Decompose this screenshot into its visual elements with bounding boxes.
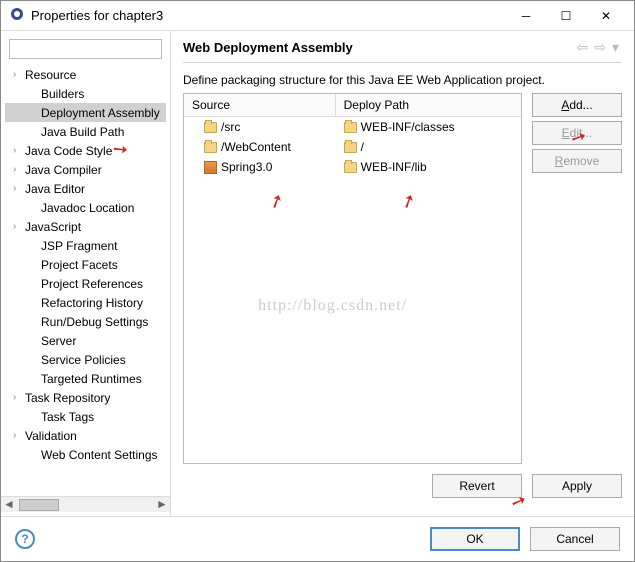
- sidebar-item-label: JavaScript: [25, 220, 81, 234]
- menu-chevron-icon[interactable]: ▾: [612, 39, 619, 56]
- sidebar-item-label: Javadoc Location: [41, 201, 134, 215]
- sidebar-item-server[interactable]: Server: [5, 331, 166, 350]
- sidebar-item-builders[interactable]: Builders: [5, 84, 166, 103]
- watermark: http://blog.csdn.net/: [258, 297, 407, 315]
- ok-button[interactable]: OK: [430, 527, 520, 551]
- table-header: Source Deploy Path: [184, 94, 521, 117]
- assembly-table[interactable]: Source Deploy Path /srcWEB-INF/classes/W…: [183, 93, 522, 464]
- properties-dialog: Properties for chapter3 ─ ☐ ✕ ›ResourceB…: [0, 0, 635, 562]
- add-label: dd...: [569, 98, 592, 112]
- folder-icon: [344, 162, 357, 173]
- category-sidebar: ›ResourceBuildersDeployment AssemblyJava…: [1, 31, 171, 516]
- sidebar-item-web-content-settings[interactable]: Web Content Settings: [5, 445, 166, 464]
- deploy-cell: WEB-INF/classes: [361, 120, 455, 134]
- sidebar-item-label: Project Facets: [41, 258, 118, 272]
- deploy-cell: WEB-INF/lib: [361, 160, 427, 174]
- sidebar-item-deployment-assembly[interactable]: Deployment Assembly: [5, 103, 166, 122]
- close-button[interactable]: ✕: [586, 2, 626, 30]
- sidebar-item-label: Task Repository: [25, 391, 110, 405]
- expand-icon: ›: [13, 183, 25, 194]
- sidebar-item-label: Project References: [41, 277, 143, 291]
- page-description: Define packaging structure for this Java…: [183, 73, 622, 87]
- table-row[interactable]: Spring3.0 WEB-INF/lib: [184, 157, 521, 177]
- deploy-cell: /: [361, 140, 364, 154]
- sidebar-item-javadoc-location[interactable]: Javadoc Location: [5, 198, 166, 217]
- sidebar-item-javascript[interactable]: ›JavaScript: [5, 217, 166, 236]
- sidebar-item-project-facets[interactable]: Project Facets: [5, 255, 166, 274]
- maximize-button[interactable]: ☐: [546, 2, 586, 30]
- sidebar-item-jsp-fragment[interactable]: JSP Fragment: [5, 236, 166, 255]
- source-cell: /src: [221, 120, 240, 134]
- sidebar-item-task-repository[interactable]: ›Task Repository: [5, 388, 166, 407]
- sidebar-item-label: Service Policies: [41, 353, 126, 367]
- app-icon: [9, 6, 25, 25]
- expand-icon: ›: [13, 430, 25, 441]
- expand-icon: ›: [13, 145, 25, 156]
- sidebar-item-label: Targeted Runtimes: [41, 372, 142, 386]
- folder-icon: [344, 122, 357, 133]
- sidebar-item-label: Java Compiler: [25, 163, 102, 177]
- sidebar-item-label: Java Editor: [25, 182, 85, 196]
- forward-icon[interactable]: ⇨: [594, 39, 606, 56]
- page-title: Web Deployment Assembly: [183, 40, 574, 55]
- folder-icon: [204, 122, 217, 133]
- apply-button[interactable]: Apply: [532, 474, 622, 498]
- sidebar-item-label: Web Content Settings: [41, 448, 158, 462]
- cancel-button[interactable]: Cancel: [530, 527, 620, 551]
- sidebar-item-label: Resource: [25, 68, 76, 82]
- remove-button[interactable]: Remove: [532, 149, 622, 173]
- sidebar-item-java-build-path[interactable]: Java Build Path: [5, 122, 166, 141]
- back-icon[interactable]: ⇦: [577, 39, 589, 56]
- help-icon[interactable]: ?: [15, 529, 35, 549]
- sidebar-item-project-references[interactable]: Project References: [5, 274, 166, 293]
- sidebar-item-java-code-style[interactable]: ›Java Code Style: [5, 141, 166, 160]
- col-source[interactable]: Source: [184, 94, 336, 116]
- sidebar-item-java-compiler[interactable]: ›Java Compiler: [5, 160, 166, 179]
- source-cell: /WebContent: [221, 140, 291, 154]
- sidebar-item-targeted-runtimes[interactable]: Targeted Runtimes: [5, 369, 166, 388]
- add-button[interactable]: Add...: [532, 93, 622, 117]
- dialog-footer: ? OK Cancel: [1, 516, 634, 561]
- sidebar-item-label: Java Build Path: [41, 125, 124, 139]
- expand-icon: ›: [13, 221, 25, 232]
- edit-button[interactable]: Edit...: [532, 121, 622, 145]
- sidebar-item-label: Task Tags: [41, 410, 94, 424]
- expand-icon: ›: [13, 164, 25, 175]
- minimize-button[interactable]: ─: [506, 2, 546, 30]
- expand-icon: ›: [13, 69, 25, 80]
- sidebar-item-label: Server: [41, 334, 76, 348]
- folder-icon: [204, 142, 217, 153]
- col-deploy[interactable]: Deploy Path: [336, 94, 521, 116]
- expand-icon: ›: [13, 392, 25, 403]
- sidebar-item-task-tags[interactable]: Task Tags: [5, 407, 166, 426]
- source-cell: Spring3.0: [221, 160, 272, 174]
- sidebar-item-label: Deployment Assembly: [41, 106, 160, 120]
- sidebar-item-label: Java Code Style: [25, 144, 112, 158]
- horizontal-scrollbar[interactable]: ◄ ►: [1, 496, 170, 512]
- window-title: Properties for chapter3: [31, 8, 506, 23]
- table-body: /src WEB-INF/classes/WebContent / Spring3.0…: [184, 117, 521, 463]
- revert-button[interactable]: Revert: [432, 474, 522, 498]
- sidebar-item-label: Validation: [25, 429, 77, 443]
- sidebar-item-java-editor[interactable]: ›Java Editor: [5, 179, 166, 198]
- table-row[interactable]: /src WEB-INF/classes: [184, 117, 521, 137]
- library-icon: [204, 161, 217, 174]
- sidebar-item-service-policies[interactable]: Service Policies: [5, 350, 166, 369]
- main-panel: Web Deployment Assembly ⇦ ⇨ ▾ Define pac…: [171, 31, 634, 516]
- titlebar: Properties for chapter3 ─ ☐ ✕: [1, 1, 634, 31]
- sidebar-item-refactoring-history[interactable]: Refactoring History: [5, 293, 166, 312]
- filter-input[interactable]: [9, 39, 162, 59]
- sidebar-item-label: Run/Debug Settings: [41, 315, 148, 329]
- sidebar-item-label: Refactoring History: [41, 296, 143, 310]
- table-row[interactable]: /WebContent /: [184, 137, 521, 157]
- sidebar-item-resource[interactable]: ›Resource: [5, 65, 166, 84]
- folder-icon: [344, 142, 357, 153]
- category-tree[interactable]: ›ResourceBuildersDeployment AssemblyJava…: [1, 65, 170, 496]
- sidebar-item-label: Builders: [41, 87, 84, 101]
- sidebar-item-run-debug-settings[interactable]: Run/Debug Settings: [5, 312, 166, 331]
- sidebar-item-validation[interactable]: ›Validation: [5, 426, 166, 445]
- sidebar-item-label: JSP Fragment: [41, 239, 117, 253]
